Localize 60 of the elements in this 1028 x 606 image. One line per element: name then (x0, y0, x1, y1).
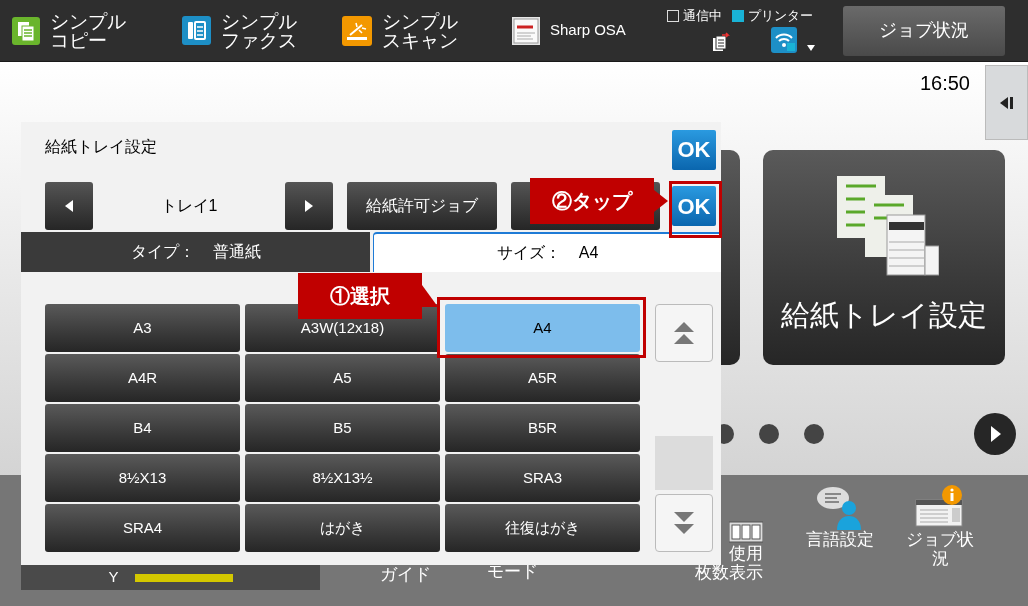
shortcut-label[interactable]: 使用 枚数表示 (695, 544, 763, 582)
app-launcher-label[interactable]: シンプル スキャン (382, 11, 458, 50)
ok-button[interactable]: OK (672, 129, 716, 170)
job-status-button[interactable]: ジョブ状況 (843, 5, 1005, 56)
job-status-icon[interactable] (914, 483, 966, 530)
paper-size-option[interactable]: B4 (45, 404, 240, 452)
clock-time: 16:50 (919, 71, 970, 96)
left-arrow-icon (65, 200, 73, 212)
indicator-label: 通信中 (683, 8, 722, 23)
settings-tab[interactable]: タイプ： 普通紙 (21, 232, 370, 272)
app-launcher-label[interactable]: Sharp OSA (550, 19, 626, 42)
collapse-arrow-icon (999, 95, 1014, 110)
shortcut-label[interactable]: ジョブ状 況 (906, 530, 974, 568)
dropdown-arrow-icon[interactable] (807, 44, 815, 51)
callout-pointer-icon (654, 190, 668, 212)
shortcut-label[interactable]: ガイド (379, 565, 431, 584)
double-down-arrow-icon (674, 512, 694, 534)
callout-label: ②タップ (530, 178, 654, 224)
paper-size-option[interactable]: 8½X13½ (245, 454, 440, 502)
highlight-frame (669, 181, 722, 238)
wifi-icon (771, 26, 797, 53)
ok-button[interactable]: OK (672, 186, 716, 226)
fax-icon[interactable] (182, 16, 211, 45)
dialog-title: 給紙トレイ設定 (45, 137, 157, 157)
paper-size-option[interactable]: SRA3 (445, 454, 640, 502)
app-launcher-label[interactable]: シンプル コピー (50, 11, 126, 50)
paper-size-option[interactable]: はがき (245, 504, 440, 552)
paper-size-option[interactable]: 8½X13 (45, 454, 240, 502)
paper-size-option[interactable]: B5R (445, 404, 640, 452)
toner-label: Y (108, 567, 119, 588)
indicator-label: プリンター (748, 8, 813, 23)
callout-pointer-icon (422, 285, 438, 307)
card-title: 給紙トレイ設定 (781, 298, 987, 333)
paper-size-option[interactable]: 往復はがき (445, 504, 640, 552)
app-launcher-label[interactable]: シンプル ファクス (221, 11, 297, 50)
scanner-icon[interactable] (342, 15, 372, 46)
paper-size-option[interactable]: A5 (245, 354, 440, 402)
callout-label: ①選択 (298, 273, 422, 319)
settings-tab[interactable]: サイズ： A4 (373, 232, 721, 272)
side-panel-tab[interactable] (985, 65, 1028, 140)
paper-size-option[interactable]: A3 (45, 304, 240, 352)
scroll-up-button[interactable] (655, 304, 713, 362)
right-arrow-icon (305, 200, 313, 212)
paper-size-option[interactable]: B5 (245, 404, 440, 452)
app-card[interactable]: 給紙トレイ設定 (763, 150, 1005, 365)
allowed-jobs-button[interactable]: 給紙許可ジョブ (347, 182, 497, 230)
paper-size-option[interactable]: A5R (445, 354, 640, 402)
paper-size-option[interactable]: SRA4 (45, 504, 240, 552)
next-page-button[interactable] (974, 413, 1016, 455)
double-up-arrow-icon (674, 322, 694, 344)
previous-tray-button[interactable] (45, 182, 93, 230)
shortcut-label[interactable]: モード (486, 562, 538, 581)
scroll-down-button[interactable] (655, 494, 713, 552)
copy-icon[interactable] (12, 16, 40, 45)
shortcut-label[interactable]: 言語設定 (806, 530, 874, 549)
next-tray-button[interactable] (285, 182, 333, 230)
paper-size-option[interactable]: A4R (45, 354, 240, 402)
tray-name: トレイ1 (159, 196, 219, 216)
paper-size-option[interactable]: A4 (445, 304, 640, 352)
document-icon[interactable] (512, 16, 540, 45)
